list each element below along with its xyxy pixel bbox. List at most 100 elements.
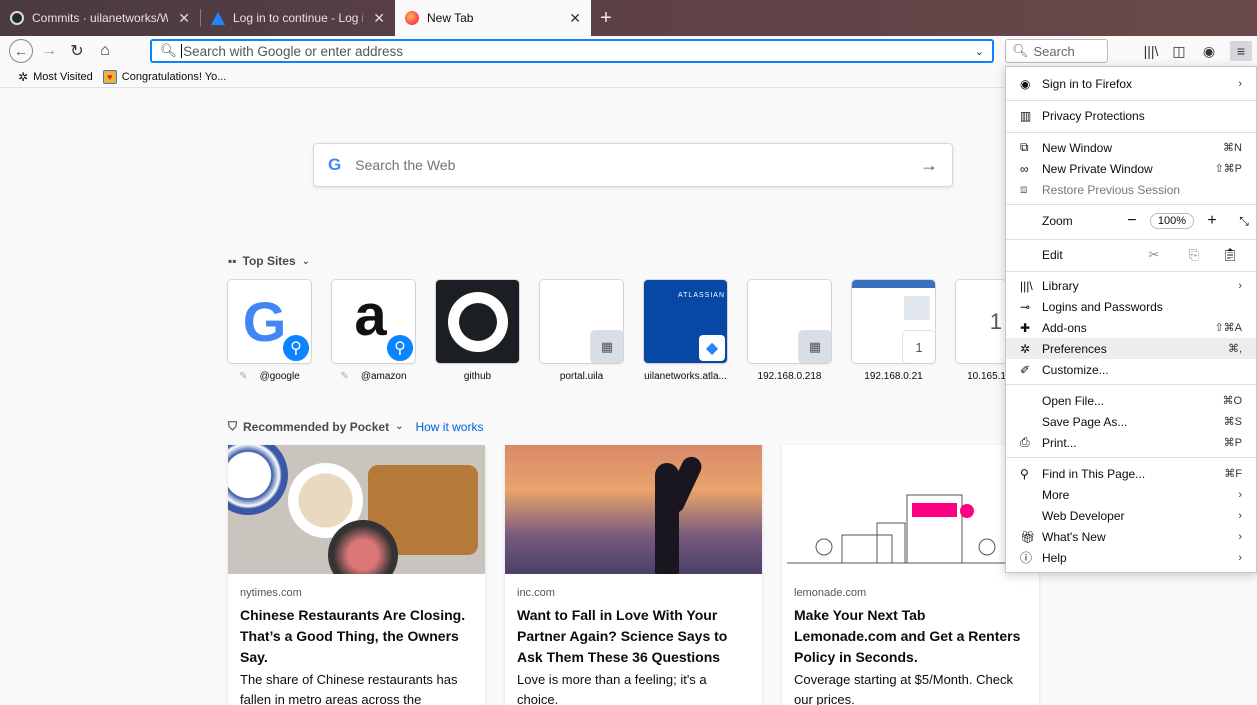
chevron-down-icon[interactable]: ⌄: [975, 45, 984, 58]
chevron-down-icon: ⌄: [301, 255, 311, 267]
close-icon[interactable]: ✕: [569, 10, 581, 27]
navigation-toolbar: ← → ↻ ⌂ 🔍︎ Search with Google or enter a…: [0, 36, 1257, 66]
card-headline: Chinese Restaurants Are Closing. That’s …: [240, 607, 466, 665]
web-search-box[interactable]: G Search the Web →: [313, 143, 953, 187]
url-bar[interactable]: 🔍︎ Search with Google or enter address ⌄: [150, 39, 994, 63]
lemonade-illustration: [787, 494, 1034, 564]
top-site-tile[interactable]: github: [436, 280, 519, 382]
top-site-tile[interactable]: G ⚲ ✎ @google: [228, 280, 311, 382]
top-site-tile[interactable]: ▦ 192.168.0.218: [748, 280, 831, 382]
bookmark-label: Most Visited: [33, 70, 93, 83]
tab-atlassian-login[interactable]: Log in to continue - Log in with Atlassi…: [201, 0, 395, 36]
atlassian-icon: [211, 11, 225, 25]
paste-icon[interactable]: 📋︎: [1218, 247, 1242, 263]
reload-button[interactable]: ↻: [64, 38, 90, 64]
card-image: [782, 445, 1039, 574]
chart-icon: ▥: [1020, 108, 1032, 123]
menu-separator: [1006, 132, 1256, 133]
pocket-card[interactable]: inc.com Want to Fall in Love With Your P…: [505, 445, 762, 705]
menu-item-new-private-window[interactable]: ∞ New Private Window ⇧⌘P: [1006, 158, 1256, 179]
menu-item-restore-session[interactable]: ⧈ Restore Previous Session: [1006, 179, 1256, 200]
menu-separator: [1006, 204, 1256, 205]
github-icon: [10, 11, 24, 25]
tile-label: 192.168.0.21: [864, 371, 923, 382]
app-menu-panel: ◉ Sign in to Firefox › ▥ Privacy Protect…: [1005, 66, 1257, 573]
library-icon[interactable]: |||\: [1140, 41, 1162, 61]
menu-separator: [1006, 100, 1256, 101]
text-cursor: [181, 44, 183, 58]
top-site-tile[interactable]: 1 192.168.0.21: [852, 280, 935, 382]
how-it-works-link[interactable]: How it works: [415, 420, 483, 434]
new-tab-button[interactable]: +: [591, 0, 621, 36]
pocket-title: Recommended by Pocket: [243, 419, 390, 434]
tile-label: github: [463, 371, 492, 382]
sidebar-icon[interactable]: ◫: [1168, 41, 1190, 61]
menu-item-more[interactable]: More ›: [1006, 484, 1256, 505]
menu-item-web-developer[interactable]: Web Developer ›: [1006, 505, 1256, 526]
search-placeholder: Search: [1033, 43, 1075, 59]
close-icon[interactable]: ✕: [178, 10, 190, 27]
search-icon: ⚲: [385, 333, 415, 363]
back-button[interactable]: ←: [8, 38, 34, 64]
private-mask-icon: ∞: [1020, 161, 1029, 176]
tab-github-commits[interactable]: Commits · uilanetworks/Web ✕: [0, 0, 200, 36]
tile-thumbnail: 1: [852, 280, 935, 363]
tile-thumbnail: a ⚲: [332, 280, 415, 363]
top-site-tile[interactable]: a ⚲ ✎ @amazon: [332, 280, 415, 382]
account-icon[interactable]: ◉: [1198, 41, 1220, 61]
top-site-tile[interactable]: ▦ portal.uila: [540, 280, 623, 382]
fullscreen-icon[interactable]: ⤡: [1232, 214, 1256, 229]
menu-button[interactable]: ≡: [1230, 41, 1252, 61]
hamburger-icon: ≡: [1236, 43, 1246, 59]
menu-item-open-file[interactable]: Open File... ⌘O: [1006, 390, 1256, 411]
zoom-out-button[interactable]: −: [1120, 212, 1144, 230]
brush-icon: ✐: [1020, 362, 1031, 377]
menu-item-logins[interactable]: ⊸ Logins and Passwords: [1006, 296, 1256, 317]
pocket-card[interactable]: nytimes.com Chinese Restaurants Are Clos…: [228, 445, 485, 705]
card-source: inc.com: [517, 587, 555, 599]
tile-thumb-text: ATLASSIAN: [678, 292, 725, 299]
menu-item-privacy-protections[interactable]: ▥ Privacy Protections: [1006, 105, 1256, 126]
tab-new-tab[interactable]: New Tab ✕: [395, 0, 591, 36]
home-button[interactable]: ⌂: [92, 38, 118, 64]
search-input[interactable]: 🔍︎ Search: [1005, 39, 1108, 63]
card-image: [228, 445, 485, 574]
tile-label: portal.uila: [559, 371, 604, 382]
default-favicon-icon: ▦: [799, 331, 831, 363]
menu-item-addons[interactable]: ✚ Add-ons ⇧⌘A: [1006, 317, 1256, 338]
menu-item-print[interactable]: ⎙ Print... ⌘P: [1006, 432, 1256, 453]
menu-item-new-window[interactable]: ⧉ New Window ⌘N: [1006, 137, 1256, 158]
google-logo-icon: G: [328, 155, 342, 174]
cut-icon[interactable]: ✂: [1142, 247, 1166, 263]
menu-item-sign-in[interactable]: ◉ Sign in to Firefox ›: [1006, 73, 1256, 94]
top-sites-header[interactable]: ▪▪ Top Sites ⌄: [228, 254, 310, 268]
bookmark-most-visited[interactable]: ✲ Most Visited: [18, 70, 93, 84]
menu-item-help[interactable]: ⓘ Help ›: [1006, 547, 1256, 568]
menu-item-whats-new[interactable]: 🎁︎ What's New ›: [1006, 526, 1256, 547]
copy-icon[interactable]: ⎘: [1182, 247, 1206, 263]
menu-item-library[interactable]: |||\ Library ›: [1006, 275, 1256, 296]
card-description: The share of Chinese restaurants has fal…: [240, 672, 458, 705]
bookmark-congratulations[interactable]: ♥ Congratulations! Yo...: [102, 69, 226, 84]
menu-item-customize[interactable]: ✐ Customize...: [1006, 359, 1256, 380]
home-icon: ⌂: [100, 42, 110, 59]
zoom-controls: Zoom − 100% + ⤡: [1006, 208, 1256, 234]
chevron-right-icon: ›: [1238, 530, 1242, 543]
menu-item-find[interactable]: ⚲ Find in This Page... ⌘F: [1006, 463, 1256, 484]
chevron-right-icon: ›: [1238, 551, 1242, 564]
top-site-tile[interactable]: ATLASSIAN ◆ uilanetworks.atla...: [644, 280, 727, 382]
chevron-down-icon[interactable]: ⌄: [395, 421, 403, 432]
pocket-card[interactable]: lemonade.com Make Your Next Tab Lemonade…: [782, 445, 1039, 705]
zoom-reset-button[interactable]: 100%: [1149, 213, 1194, 229]
menu-item-save-page[interactable]: Save Page As... ⌘S: [1006, 411, 1256, 432]
menu-item-preferences[interactable]: ✲ Preferences ⌘,: [1006, 338, 1256, 359]
zoom-in-button[interactable]: +: [1200, 212, 1224, 230]
tile-label: 10.165.1: [967, 371, 1006, 382]
arrow-right-icon[interactable]: →: [920, 155, 938, 176]
card-source: nytimes.com: [240, 587, 302, 599]
tile-thumbnail: G ⚲: [228, 280, 311, 363]
close-icon[interactable]: ✕: [373, 10, 385, 27]
top-site-tile[interactable]: 1 10.165.1: [956, 280, 1006, 382]
forward-button[interactable]: →: [36, 38, 62, 64]
chevron-right-icon: ›: [1238, 509, 1242, 522]
